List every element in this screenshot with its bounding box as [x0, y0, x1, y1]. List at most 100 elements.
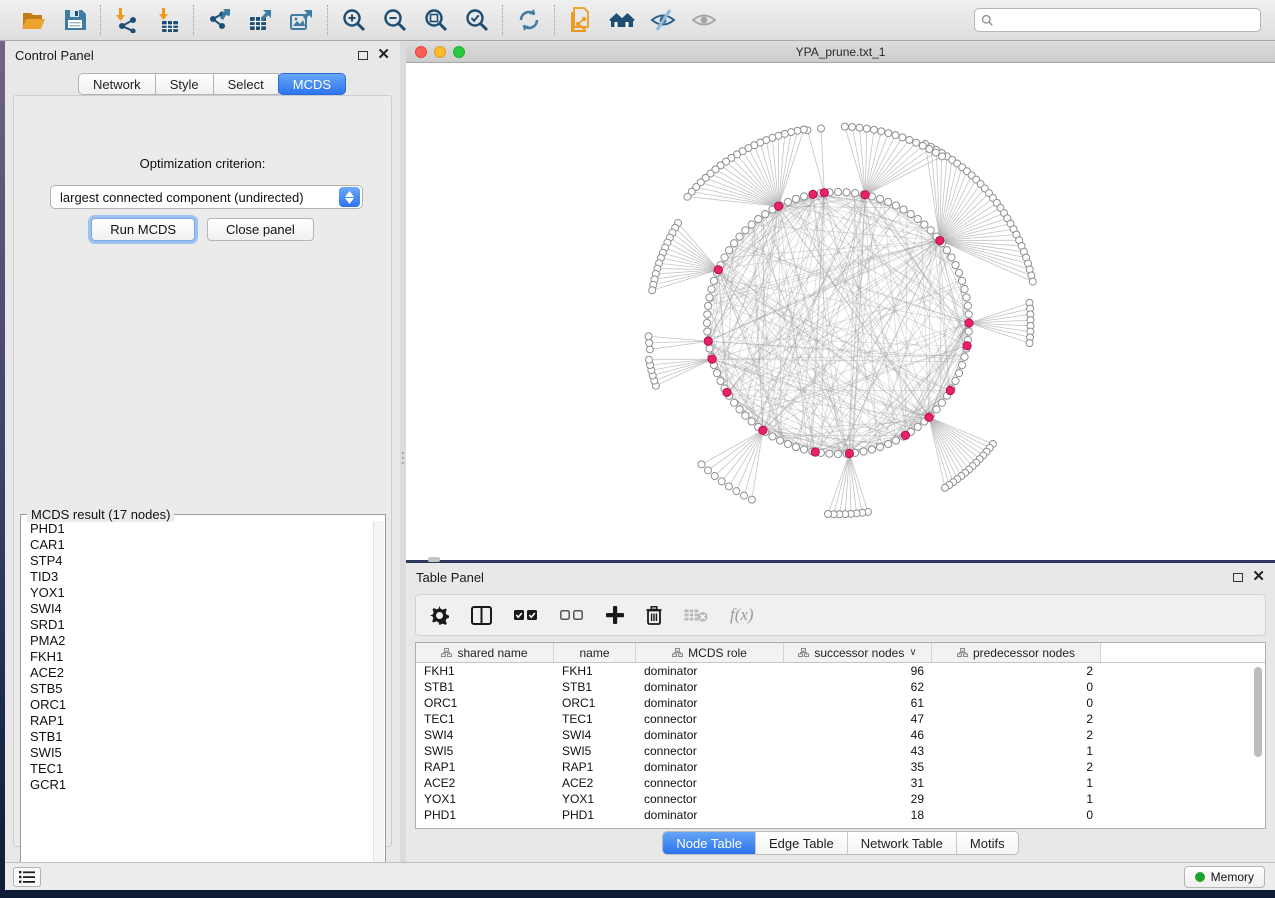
column-header-predecessor-nodes[interactable]: predecessor nodes [932, 643, 1101, 662]
first-neighbors-icon[interactable] [608, 7, 635, 34]
network-view-canvas[interactable] [406, 63, 1275, 559]
toolbar-group-view [555, 7, 729, 34]
mcds-result-item[interactable]: SWI4 [22, 601, 374, 617]
memory-label: Memory [1211, 870, 1254, 884]
close-panel-icon[interactable]: ✕ [377, 50, 390, 60]
table-row[interactable]: PHD1PHD1dominator180 [416, 807, 1265, 823]
mcds-result-item[interactable]: PMA2 [22, 633, 374, 649]
mcds-result-item[interactable]: TEC1 [22, 761, 374, 777]
table-row[interactable]: SWI5SWI5connector431 [416, 743, 1265, 759]
table-scrollbar-thumb[interactable] [1254, 667, 1262, 757]
mcds-result-item[interactable]: TID3 [22, 569, 374, 585]
close-panel-button[interactable]: Close panel [207, 218, 314, 241]
mcds-result-item[interactable]: YOX1 [22, 585, 374, 601]
tab-network-table[interactable]: Network Table [847, 832, 956, 854]
criterion-dropdown[interactable]: largest connected component (undirected) [50, 185, 363, 209]
mcds-result-item[interactable]: STB1 [22, 729, 374, 745]
cell-MCDS-role: dominator [636, 679, 784, 695]
tab-network[interactable]: Network [78, 73, 156, 95]
mcds-result-list[interactable]: PHD1CAR1STP4TID3YOX1SWI4SRD1PMA2FKH1ACE2… [22, 521, 374, 879]
zoom-out-icon[interactable] [381, 7, 408, 34]
mcds-result-item[interactable]: RAP1 [22, 713, 374, 729]
run-mcds-button[interactable]: Run MCDS [91, 218, 195, 241]
mcds-result-item[interactable]: GCR1 [22, 777, 374, 793]
close-panel-icon[interactable]: ✕ [1252, 572, 1265, 582]
search-field[interactable] [974, 8, 1261, 32]
settings-gear-icon[interactable] [430, 603, 449, 627]
show-all-icon[interactable] [690, 7, 717, 34]
tab-style[interactable]: Style [155, 73, 214, 95]
hide-selected-icon[interactable] [649, 7, 676, 34]
table-row[interactable]: STB1STB1dominator620 [416, 679, 1265, 695]
column-header-MCDS-role[interactable]: MCDS role [636, 643, 784, 662]
cell-successor-nodes: 43 [784, 743, 932, 759]
column-header-name[interactable]: name [554, 643, 636, 662]
columns-icon[interactable] [471, 603, 492, 627]
mcds-result-item[interactable]: SWI5 [22, 745, 374, 761]
main-toolbar [0, 0, 1275, 41]
function-fx-icon: f(x) [730, 603, 754, 627]
tab-motifs[interactable]: Motifs [956, 832, 1018, 854]
cell-MCDS-role: dominator [636, 727, 784, 743]
mcds-result-item[interactable]: FKH1 [22, 649, 374, 665]
horizontal-splitter-grip[interactable] [428, 557, 440, 562]
float-panel-icon[interactable] [1233, 573, 1243, 582]
table-row[interactable]: SWI4SWI4dominator462 [416, 727, 1265, 743]
table-row[interactable]: ACE2ACE2connector311 [416, 775, 1265, 791]
tab-edge-table[interactable]: Edge Table [755, 832, 847, 854]
memory-status-icon [1195, 872, 1205, 882]
search-input[interactable] [999, 13, 1254, 27]
delete-column-icon[interactable] [646, 603, 662, 627]
mcds-result-item[interactable]: ORC1 [22, 697, 374, 713]
add-column-icon[interactable] [606, 603, 624, 627]
mcds-result-item[interactable]: ACE2 [22, 665, 374, 681]
deselect-all-icon[interactable] [560, 603, 584, 627]
cell-name: ACE2 [554, 775, 636, 791]
tab-node-table[interactable]: Node Table [663, 832, 755, 854]
export-table-icon[interactable] [247, 7, 274, 34]
save-session-icon[interactable] [61, 7, 88, 34]
table-row[interactable]: TEC1TEC1connector472 [416, 711, 1265, 727]
clone-network-icon[interactable] [567, 7, 594, 34]
column-header-shared-name[interactable]: shared name [416, 643, 554, 662]
export-network-icon[interactable] [206, 7, 233, 34]
mcds-list-scrollbar[interactable] [373, 521, 384, 879]
mcds-result-item[interactable]: CAR1 [22, 537, 374, 553]
mcds-result-item[interactable]: STP4 [22, 553, 374, 569]
cell-MCDS-role: dominator [636, 807, 784, 823]
hierarchy-icon [441, 646, 452, 660]
column-header-successor-nodes[interactable]: successor nodes∨ [784, 643, 932, 662]
cell-shared-name: YOX1 [416, 791, 554, 807]
mcds-result-item[interactable]: PHD1 [22, 521, 374, 537]
table-scrollbar[interactable] [1254, 667, 1262, 825]
export-image-icon[interactable] [288, 7, 315, 34]
zoom-fit-icon[interactable] [422, 7, 449, 34]
tab-select[interactable]: Select [213, 73, 279, 95]
mcds-result-item[interactable]: STB5 [22, 681, 374, 697]
search-icon [981, 14, 994, 27]
import-table-icon[interactable] [154, 7, 181, 34]
toolbar-group-import [101, 7, 193, 34]
cell-name: TEC1 [554, 711, 636, 727]
memory-button[interactable]: Memory [1184, 866, 1265, 888]
table-row[interactable]: YOX1YOX1connector291 [416, 791, 1265, 807]
cell-shared-name: ACE2 [416, 775, 554, 791]
zoom-selected-icon[interactable] [463, 7, 490, 34]
tab-mcds[interactable]: MCDS [278, 73, 346, 95]
float-panel-icon[interactable] [358, 51, 368, 60]
cell-MCDS-role: dominator [636, 695, 784, 711]
import-network-icon[interactable] [113, 7, 140, 34]
table-row[interactable]: ORC1ORC1dominator610 [416, 695, 1265, 711]
table-row[interactable]: FKH1FKH1dominator962 [416, 663, 1265, 679]
apply-layout-refresh-icon[interactable] [515, 7, 542, 34]
cell-name: STB1 [554, 679, 636, 695]
network-window-titlebar[interactable]: YPA_prune.txt_1 [406, 41, 1275, 63]
open-file-icon[interactable] [20, 7, 47, 34]
mcds-result-item[interactable]: SRD1 [22, 617, 374, 633]
cell-successor-nodes: 62 [784, 679, 932, 695]
select-all-icon[interactable] [514, 603, 538, 627]
task-history-button[interactable] [13, 867, 41, 887]
zoom-in-icon[interactable] [340, 7, 367, 34]
optimization-criterion-label: Optimization criterion: [14, 156, 391, 171]
table-row[interactable]: RAP1RAP1dominator352 [416, 759, 1265, 775]
